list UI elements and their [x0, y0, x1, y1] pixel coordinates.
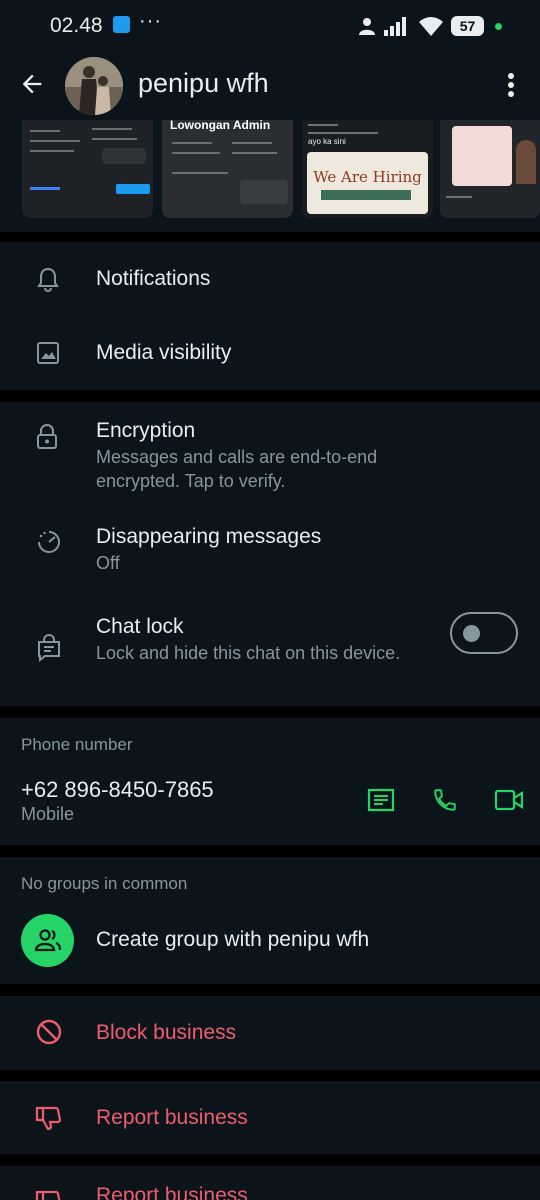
thumbnail-heading: Lowongan Admin	[170, 120, 271, 132]
bell-icon	[37, 267, 59, 292]
block-icon	[36, 1019, 62, 1045]
hiring-banner-text: We Are Hiring	[313, 168, 422, 186]
create-group-label: Create group with penipu wfh	[96, 928, 370, 951]
media-thumbnail[interactable]	[22, 120, 153, 218]
notifications-label: Notifications	[96, 267, 211, 290]
toggle-knob	[463, 625, 480, 642]
report-business-label: Report business	[96, 1106, 248, 1129]
chat-lock-icon	[38, 634, 60, 662]
signal-icon	[384, 17, 406, 36]
report-business-row-partial[interactable]: Report business	[0, 1166, 540, 1200]
thumbnail-reply: ayo ka sini	[308, 137, 346, 146]
hiring-banner: We Are Hiring	[307, 152, 428, 214]
block-business-label: Block business	[96, 1021, 237, 1044]
twitter-notification-icon	[113, 16, 130, 33]
disappearing-title: Disappearing messages	[96, 525, 322, 548]
encryption-title: Encryption	[96, 419, 196, 442]
contact-header: penipu wfh	[0, 52, 540, 120]
chat-lock-title: Chat lock	[96, 615, 184, 638]
report-business-label-partial: Report business	[96, 1184, 248, 1200]
wifi-icon	[419, 17, 443, 36]
status-time: 02.48	[50, 14, 103, 37]
more-notifications-icon: ···	[139, 10, 162, 32]
phone-type: Mobile	[21, 804, 75, 824]
create-group-row[interactable]: Create group with penipu wfh	[0, 910, 540, 972]
privacy-section: Encryption Messages and calls are end-to…	[0, 402, 540, 706]
thumbs-down-icon	[35, 1106, 62, 1131]
timer-icon	[38, 531, 60, 553]
notifications-row[interactable]: Notifications	[0, 242, 540, 316]
image-icon	[37, 342, 59, 364]
video-icon[interactable]	[494, 787, 524, 813]
message-icon[interactable]	[367, 787, 395, 813]
encryption-row[interactable]: Encryption Messages and calls are end-to…	[0, 402, 540, 502]
block-business-row[interactable]: Block business	[0, 996, 540, 1070]
chat-lock-toggle[interactable]	[450, 612, 518, 654]
group-avatar	[21, 914, 74, 967]
thumbs-down-icon	[35, 1190, 61, 1200]
chat-lock-subtitle: Lock and hide this chat on this device.	[96, 643, 401, 663]
media-thumbnail[interactable]: Lowongan Admin	[162, 120, 293, 218]
phone-icon[interactable]	[432, 787, 458, 813]
more-options-icon[interactable]	[498, 70, 524, 100]
phone-number[interactable]: +62 896-8450-7865	[21, 777, 214, 803]
group-icon	[34, 929, 62, 952]
media-thumbnail[interactable]	[440, 120, 540, 218]
settings-section: Notifications Media visibility	[0, 242, 540, 390]
phone-number-label: Phone number	[21, 735, 133, 754]
media-thumbnail[interactable]: ayo ka sini We Are Hiring	[302, 120, 433, 218]
disappearing-messages-row[interactable]: Disappearing messages Off	[0, 512, 540, 588]
contact-name[interactable]: penipu wfh	[138, 68, 269, 99]
media-visibility-row[interactable]: Media visibility	[0, 316, 540, 390]
privacy-dot-icon	[495, 23, 502, 30]
back-arrow-icon[interactable]	[18, 70, 46, 98]
status-bar: 02.48 ··· 57	[0, 0, 540, 52]
encryption-subtitle: Messages and calls are end-to-end encryp…	[96, 447, 378, 491]
person-icon	[359, 18, 375, 35]
disappearing-subtitle: Off	[96, 553, 120, 573]
no-groups-label: No groups in common	[21, 874, 188, 893]
lock-icon	[37, 424, 57, 449]
media-visibility-label: Media visibility	[96, 341, 232, 364]
battery-indicator: 57	[451, 16, 484, 36]
shared-media-strip: Lowongan Admin ayo ka sini We Are Hiring	[0, 120, 540, 232]
avatar[interactable]	[65, 57, 123, 115]
report-business-row[interactable]: Report business	[0, 1081, 540, 1154]
